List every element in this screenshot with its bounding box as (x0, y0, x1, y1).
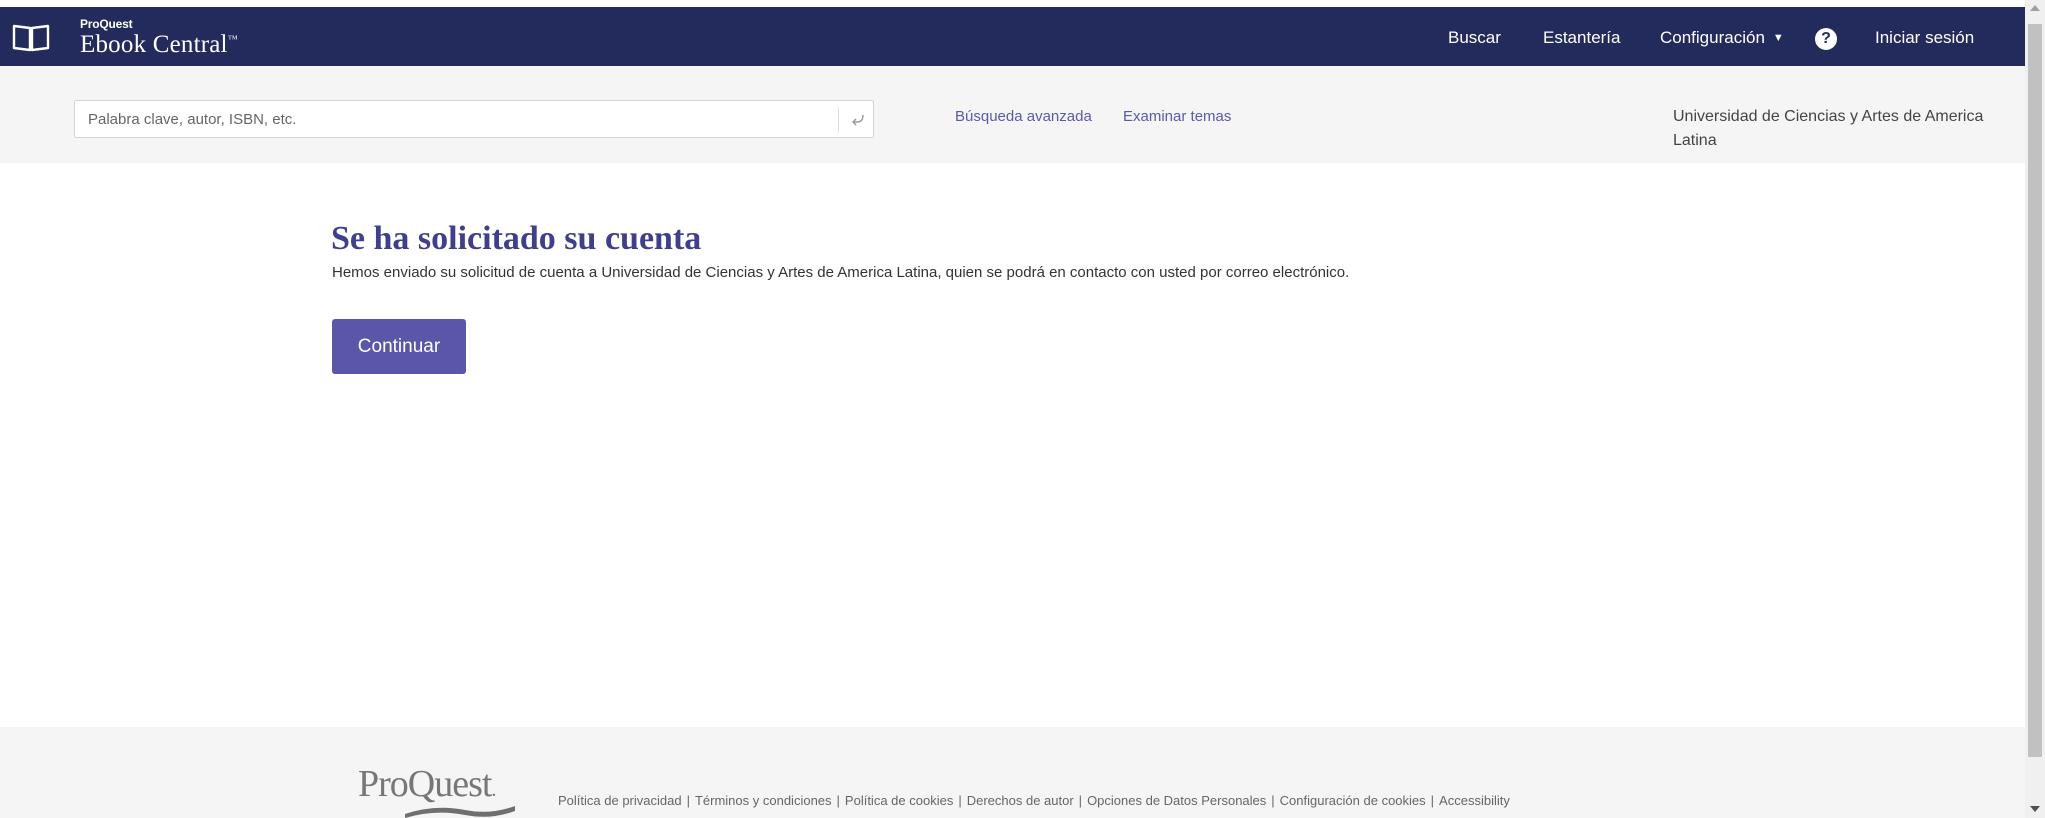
confirmation-message: Hemos enviado su solicitud de cuenta a U… (332, 264, 1350, 281)
search-divider (838, 107, 839, 133)
page-title: Se ha solicitado su cuenta (331, 220, 702, 257)
nav-search-link[interactable]: Buscar (1448, 28, 1501, 48)
footer-separator: | (686, 793, 690, 808)
footer-link-terms[interactable]: Términos y condiciones (695, 793, 832, 808)
logo-swoosh-icon (405, 806, 515, 818)
footer-link-copyright[interactable]: Derechos de autor (967, 793, 1074, 808)
vertical-scrollbar[interactable] (2025, 0, 2045, 818)
brand-product-label: Ebook Central (80, 31, 228, 58)
proquest-logo-text: ProQuest (358, 763, 492, 805)
scrollbar-thumb[interactable] (2028, 24, 2042, 757)
footer-separator: | (836, 793, 840, 808)
top-navigation-bar: ProQuest Ebook Central™ Buscar Estanterí… (0, 7, 2025, 66)
proquest-logo[interactable]: ProQuest. (358, 762, 496, 806)
nav-settings-label: Configuración (1660, 28, 1765, 47)
search-toolbar: Búsqueda avanzada Examinar temas Univers… (0, 66, 2025, 163)
footer-separator: | (1271, 793, 1275, 808)
continue-button[interactable]: Continuar (332, 319, 466, 374)
brand-product-name[interactable]: Ebook Central™ (80, 31, 238, 59)
open-book-icon[interactable] (10, 20, 52, 52)
caret-down-icon: ▼ (1772, 32, 1784, 44)
enter-arrow-icon[interactable] (850, 112, 866, 128)
footer-link-accessibility[interactable]: Accessibility (1439, 793, 1510, 808)
nav-settings-dropdown[interactable]: Configuración ▼ (1660, 28, 1784, 48)
footer-separator: | (1078, 793, 1083, 808)
footer-link-cookie-settings[interactable]: Configuración de cookies (1280, 793, 1426, 808)
brand-company[interactable]: ProQuest (80, 17, 133, 31)
scroll-up-arrow-icon[interactable] (2030, 5, 2040, 11)
scroll-down-arrow-icon[interactable] (2030, 806, 2040, 812)
institution-name: Universidad de Ciencias y Artes de Ameri… (1673, 108, 1984, 149)
question-circle-icon[interactable]: ? (1815, 28, 1837, 50)
trademark-symbol: ™ (227, 34, 238, 45)
browse-topics-link[interactable]: Examinar temas (1123, 108, 1231, 125)
footer-link-cookie-policy[interactable]: Política de cookies (845, 793, 953, 808)
footer-link-personal-data[interactable]: Opciones de Datos Personales (1087, 793, 1266, 808)
footer-separator: | (1430, 793, 1435, 808)
nav-bookshelf-link[interactable]: Estantería (1543, 28, 1621, 48)
footer-link-privacy[interactable]: Política de privacidad (558, 793, 682, 808)
footer-separator: | (958, 793, 962, 808)
footer-links: Política de privacidad | Términos y condic… (558, 793, 1510, 808)
advanced-search-link[interactable]: Búsqueda avanzada (955, 108, 1092, 125)
search-box (74, 100, 874, 138)
proquest-logo-dot: . (491, 779, 496, 801)
search-input[interactable] (75, 101, 835, 137)
nav-login-link[interactable]: Iniciar sesión (1875, 28, 1974, 48)
footer: ProQuest. Política de privacidad | Término… (0, 727, 2025, 818)
